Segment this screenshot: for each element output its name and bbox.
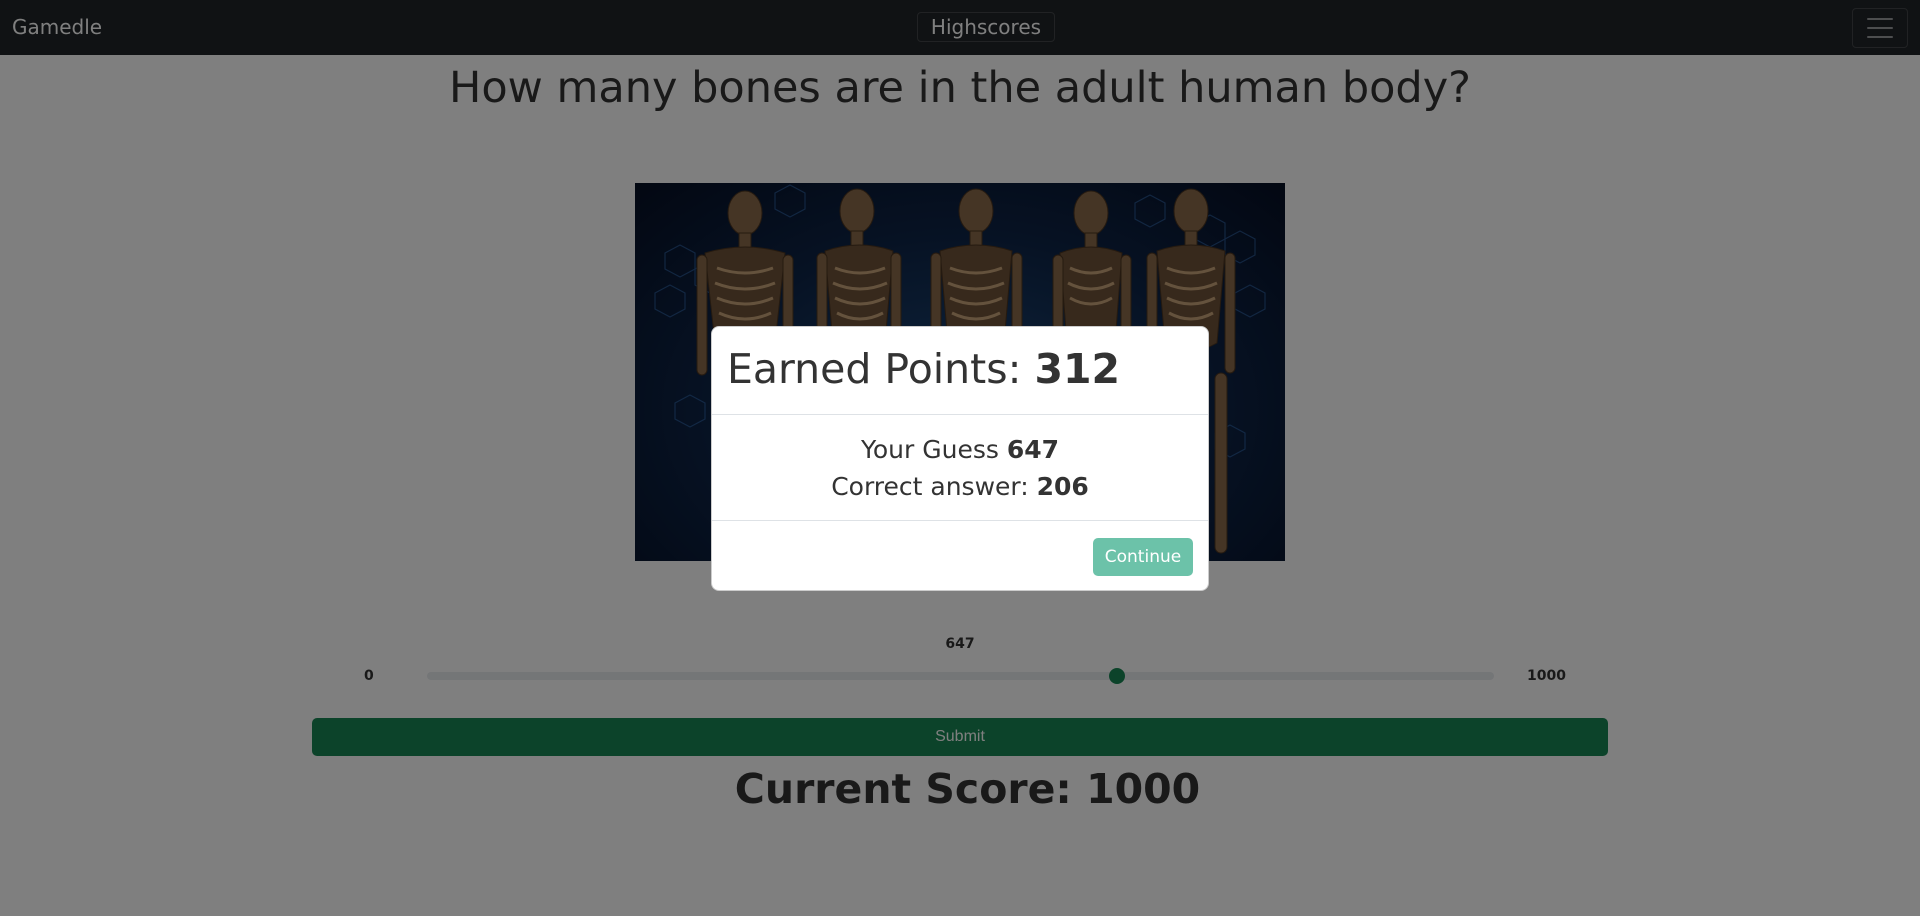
modal-header: Earned Points: 312: [712, 327, 1208, 415]
result-modal: Earned Points: 312 Your Guess 647 Correc…: [711, 326, 1209, 591]
correct-answer-value: 206: [1036, 472, 1089, 501]
modal-footer: Continue: [712, 521, 1208, 590]
continue-button[interactable]: Continue: [1093, 538, 1193, 576]
earned-points-value: 312: [1034, 345, 1121, 393]
earned-points-label: Earned Points:: [727, 345, 1035, 393]
your-guess-value: 647: [1006, 435, 1060, 464]
correct-answer-line: Correct answer: 206: [712, 468, 1208, 505]
correct-answer-label: Correct answer:: [831, 472, 1037, 501]
your-guess-line: Your Guess 647: [712, 431, 1208, 468]
modal-body: Your Guess 647 Correct answer: 206: [712, 415, 1208, 521]
your-guess-label: Your Guess: [860, 435, 1007, 464]
